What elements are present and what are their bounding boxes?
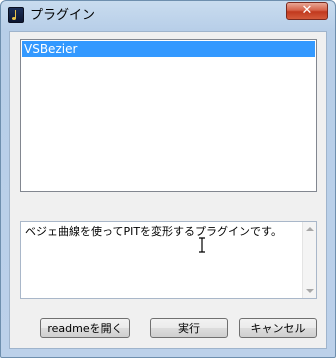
title-bar[interactable]: プラグイン ✕ bbox=[1, 1, 335, 31]
close-icon: ✕ bbox=[301, 3, 313, 18]
plugin-dialog: プラグイン ✕ VSBezier ベジェ曲線を使ってPITを変形するプラグインで… bbox=[0, 0, 336, 358]
close-button[interactable]: ✕ bbox=[286, 2, 328, 20]
scroll-up-icon[interactable] bbox=[306, 227, 314, 231]
description-box[interactable]: ベジェ曲線を使ってPITを変形するプラグインです。 bbox=[20, 221, 317, 299]
dialog-body: VSBezier ベジェ曲線を使ってPITを変形するプラグインです。 readm… bbox=[9, 31, 327, 349]
app-music-icon bbox=[8, 7, 24, 23]
description-scrollbar[interactable] bbox=[302, 222, 316, 298]
text-cursor-icon bbox=[199, 237, 205, 253]
open-readme-button[interactable]: readmeを開く bbox=[40, 318, 130, 338]
window-title: プラグイン bbox=[30, 8, 96, 23]
list-item[interactable]: VSBezier bbox=[22, 41, 315, 57]
run-button[interactable]: 実行 bbox=[150, 318, 228, 338]
description-text: ベジェ曲線を使ってPITを変形するプラグインです。 bbox=[25, 225, 282, 238]
plugin-list[interactable]: VSBezier bbox=[20, 39, 317, 192]
scroll-down-icon[interactable] bbox=[306, 289, 314, 293]
cancel-button[interactable]: キャンセル bbox=[239, 318, 317, 338]
